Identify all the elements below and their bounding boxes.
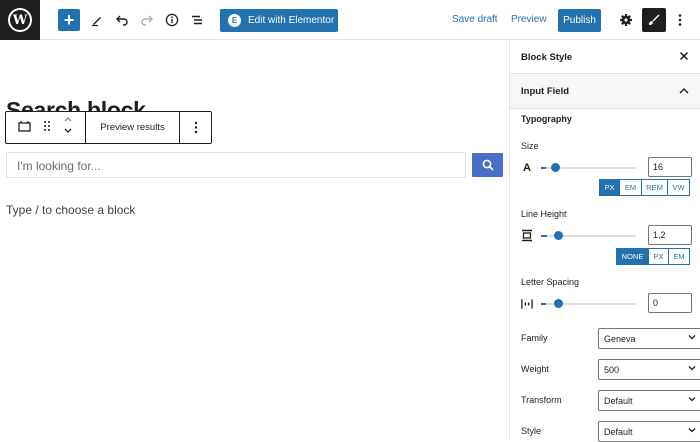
options-more-icon[interactable] xyxy=(669,9,691,31)
preview-button[interactable]: Preview xyxy=(511,14,547,25)
chevron-down-icon xyxy=(688,332,696,342)
sidebar-title: Block Style xyxy=(521,51,573,63)
editor-top-toolbar: W + E Edit with Elementor Save draft Pre… xyxy=(0,0,700,40)
weight-select[interactable]: 500 xyxy=(598,359,700,380)
chevron-down-icon xyxy=(688,425,696,435)
details-info-icon[interactable] xyxy=(161,9,183,31)
chevron-up-icon xyxy=(679,86,689,97)
letter-spacing-label: Letter Spacing xyxy=(521,277,580,287)
add-block-button[interactable]: + xyxy=(58,9,80,31)
letter-spacing-control: 0 xyxy=(521,293,692,315)
block-style-sidebar: Block Style Input Field Typography Size … xyxy=(509,41,700,442)
settings-gear-icon[interactable] xyxy=(615,9,637,31)
unit-px[interactable]: PX xyxy=(600,180,619,195)
line-height-input[interactable]: 1,2 xyxy=(648,225,692,245)
edit-with-elementor-button[interactable]: E Edit with Elementor xyxy=(220,9,338,32)
line-height-icon xyxy=(521,229,533,242)
block-appender-hint[interactable]: Type / to choose a block xyxy=(6,203,135,217)
family-label: Family xyxy=(521,333,548,343)
weight-label: Weight xyxy=(521,364,549,374)
style-label: Style xyxy=(521,426,542,436)
letter-spacing-icon xyxy=(521,297,533,310)
size-label: Size xyxy=(521,141,539,151)
publish-button[interactable]: Publish xyxy=(558,9,601,32)
letter-spacing-slider-thumb[interactable] xyxy=(554,299,563,308)
unit-none[interactable]: NONE xyxy=(617,249,648,264)
transform-row: Transform Default xyxy=(521,390,700,411)
line-height-slider-thumb[interactable] xyxy=(554,231,563,240)
panel-title: Input Field xyxy=(521,85,570,97)
search-input[interactable]: I'm looking for... xyxy=(6,152,466,178)
style-select[interactable]: Default xyxy=(598,421,700,442)
size-unit-switcher: PX EM REM VW xyxy=(599,179,690,196)
close-icon[interactable] xyxy=(679,51,689,64)
sidebar-header: Block Style xyxy=(510,41,700,74)
style-value: Default xyxy=(604,427,633,437)
weight-row: Weight 500 xyxy=(521,359,700,380)
unit-vw[interactable]: VW xyxy=(667,180,689,195)
block-options-icon[interactable] xyxy=(179,112,211,143)
size-slider-thumb[interactable] xyxy=(551,163,560,172)
block-toolbar-group xyxy=(6,112,85,143)
line-height-control: 1,2 xyxy=(521,225,692,247)
typography-heading: Typography xyxy=(521,114,572,124)
unit-em[interactable]: EM xyxy=(619,180,641,195)
block-toolbar: Preview results xyxy=(5,111,212,144)
line-height-label: Line Height xyxy=(521,209,567,219)
redo-icon[interactable] xyxy=(136,9,158,31)
family-select[interactable]: Geneva xyxy=(598,328,700,349)
drag-handle-icon[interactable] xyxy=(43,119,51,137)
size-control: A 16 xyxy=(521,157,692,179)
undo-icon[interactable] xyxy=(111,9,133,31)
search-submit-button[interactable] xyxy=(472,153,503,177)
letter-spacing-input[interactable]: 0 xyxy=(648,293,692,313)
edit-with-elementor-label: Edit with Elementor xyxy=(248,15,335,26)
edit-pencil-icon[interactable] xyxy=(86,9,108,31)
editor-canvas: Search block Preview results I'm looking… xyxy=(0,41,509,440)
block-type-icon[interactable] xyxy=(18,119,31,137)
transform-select[interactable]: Default xyxy=(598,390,700,411)
search-icon xyxy=(482,159,494,171)
save-draft-button[interactable]: Save draft xyxy=(452,14,498,25)
panel-input-field-toggle[interactable]: Input Field xyxy=(510,74,700,109)
block-style-brush-icon[interactable] xyxy=(642,8,666,32)
chevron-down-icon xyxy=(688,363,696,373)
wordpress-logo-icon[interactable]: W xyxy=(0,0,40,40)
unit-px[interactable]: PX xyxy=(648,249,668,264)
transform-label: Transform xyxy=(521,395,562,405)
size-input[interactable]: 16 xyxy=(648,157,692,177)
style-row: Style Default xyxy=(521,421,700,442)
move-up-down-icon[interactable] xyxy=(63,114,73,141)
unit-rem[interactable]: REM xyxy=(641,180,667,195)
unit-em[interactable]: EM xyxy=(668,249,689,264)
list-view-icon[interactable] xyxy=(186,9,208,31)
elementor-icon: E xyxy=(228,14,241,27)
weight-value: 500 xyxy=(604,365,620,375)
family-value: Geneva xyxy=(604,334,636,344)
preview-results-button[interactable]: Preview results xyxy=(85,112,179,143)
family-row: Family Geneva xyxy=(521,328,700,349)
transform-value: Default xyxy=(604,396,633,406)
chevron-down-icon xyxy=(688,394,696,404)
line-height-unit-switcher: NONE PX EM xyxy=(616,248,690,265)
font-size-icon: A xyxy=(523,161,531,174)
